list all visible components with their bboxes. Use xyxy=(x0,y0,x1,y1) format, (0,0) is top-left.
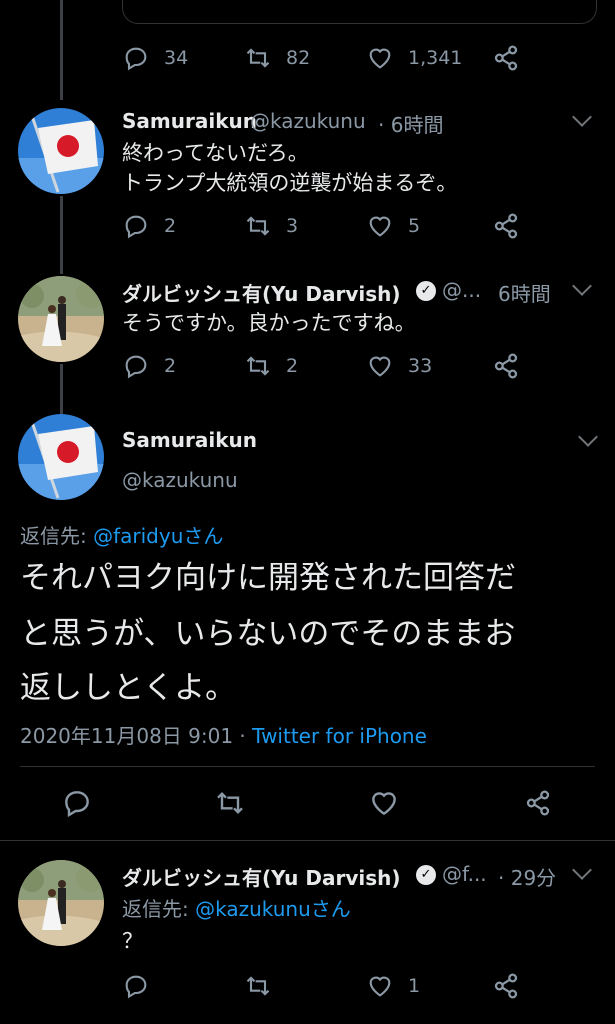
reply-to-link[interactable]: @faridyuさん xyxy=(93,524,223,548)
quoted-card-edge xyxy=(122,0,597,24)
like-button[interactable]: 1,341 xyxy=(366,44,462,72)
like-icon xyxy=(369,216,391,237)
retweet-icon xyxy=(246,48,270,68)
share-button[interactable] xyxy=(490,350,522,382)
like-count: 1,341 xyxy=(408,47,463,69)
display-name[interactable]: Samuraikun xyxy=(122,109,257,133)
handle[interactable]: @f... xyxy=(442,862,487,886)
reply-button[interactable]: 2 xyxy=(122,352,176,380)
thread-line-2 xyxy=(60,364,63,414)
chevron-down-icon[interactable] xyxy=(572,276,592,296)
reply-context: 返信先: @kazukunuさん xyxy=(122,893,351,922)
timestamp[interactable]: · 29分 xyxy=(498,862,556,891)
reply-count: 34 xyxy=(164,47,189,69)
verified-icon: ✓ xyxy=(416,865,436,885)
display-name[interactable]: ダルビッシュ有(Yu Darvish) xyxy=(122,278,401,307)
retweet-count: 82 xyxy=(286,47,311,69)
retweet-button[interactable]: 82 xyxy=(244,44,310,72)
handle[interactable]: @... xyxy=(442,278,481,302)
tweet-text-line: そうですか。良かったですね。 xyxy=(122,311,416,335)
thread-line-1 xyxy=(60,196,63,274)
like-button[interactable] xyxy=(368,787,400,819)
retweet-count: 3 xyxy=(286,215,299,237)
like-icon xyxy=(369,976,391,997)
wedding-photo-avatar xyxy=(18,860,104,946)
chevron-down-icon[interactable] xyxy=(572,107,592,127)
like-icon xyxy=(369,48,391,69)
tweet-text-line: 終わってないだろ。 xyxy=(122,141,309,165)
avatar[interactable] xyxy=(18,276,104,362)
reply-icon xyxy=(65,791,89,818)
reply-button[interactable] xyxy=(122,972,164,1000)
reply-prefix: 返信先: xyxy=(122,897,196,921)
display-name[interactable]: ダルビッシュ有(Yu Darvish) xyxy=(122,862,401,891)
like-icon xyxy=(372,792,396,816)
share-icon xyxy=(494,353,518,379)
avatar[interactable] xyxy=(18,414,104,500)
retweet-button[interactable]: 2 xyxy=(244,352,298,380)
tweet-datetime[interactable]: 2020年11月08日 9:01 xyxy=(20,724,233,748)
avatar[interactable] xyxy=(18,860,104,946)
reply-to-link[interactable]: @kazukunuさん xyxy=(195,897,351,921)
retweet-icon xyxy=(246,216,270,236)
chevron-down-icon[interactable] xyxy=(578,427,598,447)
like-button[interactable]: 33 xyxy=(366,352,432,380)
reply-icon xyxy=(125,355,147,379)
thread-line-top xyxy=(60,0,63,100)
like-icon xyxy=(369,356,391,377)
share-button[interactable] xyxy=(490,970,522,1002)
tweet-source-link[interactable]: Twitter for iPhone xyxy=(252,724,427,748)
handle[interactable]: @kazukunu xyxy=(250,109,366,133)
like-count: 1 xyxy=(408,975,421,997)
like-count: 5 xyxy=(408,215,421,237)
share-button[interactable] xyxy=(522,787,554,819)
display-name[interactable]: Samuraikun xyxy=(122,428,257,452)
like-button[interactable]: 5 xyxy=(366,212,420,240)
japan-flag-avatar xyxy=(18,414,104,500)
reply-button[interactable]: 2 xyxy=(122,212,176,240)
like-button[interactable]: 1 xyxy=(366,972,420,1000)
tweet-text-line: と思うが、いらないのでそのままお xyxy=(20,616,516,652)
like-count: 33 xyxy=(408,355,433,377)
reply-count: 2 xyxy=(164,355,177,377)
share-button[interactable] xyxy=(490,210,522,242)
chevron-down-icon[interactable] xyxy=(572,860,592,880)
tweet-text-line: トランプ大統領の逆襲が始まるぞ。 xyxy=(122,171,458,195)
divider xyxy=(0,840,615,841)
timestamp[interactable]: · 6時間 xyxy=(378,109,443,138)
retweet-button[interactable]: 3 xyxy=(244,212,298,240)
tweet-meta: 2020年11月08日 9:01 · Twitter for iPhone xyxy=(20,720,427,749)
reply-count: 2 xyxy=(164,215,177,237)
verified-icon: ✓ xyxy=(416,281,436,301)
retweet-button[interactable] xyxy=(214,787,246,819)
timestamp[interactable]: 6時間 xyxy=(498,278,551,307)
tweet-text-line: ？ xyxy=(122,929,143,953)
retweet-icon xyxy=(246,976,270,996)
reply-context: 返信先: @faridyuさん xyxy=(20,520,223,549)
reply-button[interactable] xyxy=(61,787,93,819)
wedding-photo-avatar xyxy=(18,276,104,362)
retweet-icon xyxy=(246,356,270,376)
share-icon xyxy=(494,213,518,239)
share-button[interactable] xyxy=(490,42,522,74)
retweet-button[interactable] xyxy=(244,972,286,1000)
retweet-count: 2 xyxy=(286,355,299,377)
share-icon xyxy=(494,973,518,999)
share-icon xyxy=(494,45,518,71)
avatar[interactable] xyxy=(18,108,104,194)
reply-button[interactable]: 34 xyxy=(122,44,188,72)
meta-separator: · xyxy=(233,724,253,748)
reply-icon xyxy=(125,47,147,71)
divider xyxy=(20,766,595,767)
tweet-text-line: それパヨク向けに開発された回答だ xyxy=(20,560,516,596)
handle[interactable]: @kazukunu xyxy=(122,468,238,492)
reply-icon xyxy=(125,215,147,239)
reply-icon xyxy=(125,975,147,999)
tweet-text-line: 返ししとくよ。 xyxy=(20,670,237,706)
share-icon xyxy=(526,790,550,816)
retweet-icon xyxy=(217,791,243,815)
reply-prefix: 返信先: xyxy=(20,524,94,548)
japan-flag-avatar xyxy=(18,108,104,194)
